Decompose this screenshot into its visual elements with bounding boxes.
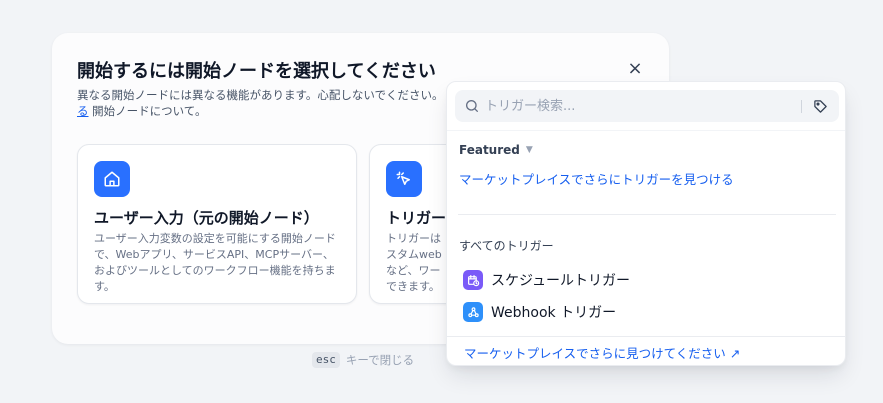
featured-label: Featured <box>459 143 520 157</box>
trigger-label: スケジュールトリガー <box>491 273 631 289</box>
webhook-trigger-item[interactable]: Webhook トリガー <box>455 298 839 326</box>
card-title: トリガー <box>386 209 447 227</box>
modal-description: 異なる開始ノードには異なる機能があります。心配しないでください。る 開始ノードに… <box>77 87 449 119</box>
search-divider-line <box>447 130 845 131</box>
trigger-label: Webhook トリガー <box>491 305 617 321</box>
section-divider <box>458 214 836 215</box>
card-description: トリガーはスタムwebなど、ワーできます。 <box>386 232 442 293</box>
user-input-card[interactable]: ユーザー入力（元の開始ノード） ユーザー入力変数の設定を可能にする開始ノードで、… <box>77 144 357 304</box>
all-triggers-label: すべてのトリガー <box>459 239 554 253</box>
trigger-dropdown: Featured ▼ マーケットプレイスでさらにトリガーを見つける すべてのトリ… <box>446 81 846 366</box>
search-icon <box>464 98 480 118</box>
marketplace-trigger-link[interactable]: マーケットプレイスでさらにトリガーを見つける <box>459 169 734 188</box>
esc-hint: esc キーで閉じる <box>312 352 414 368</box>
search-divider <box>801 100 802 113</box>
schedule-trigger-item[interactable]: スケジュールトリガー <box>455 266 839 294</box>
learn-more-link[interactable]: る <box>77 104 89 118</box>
footer-divider <box>447 336 845 337</box>
featured-header[interactable]: Featured ▼ <box>459 143 533 157</box>
card-title: ユーザー入力（元の開始ノード） <box>94 209 319 227</box>
webhook-icon <box>463 302 483 322</box>
card-description: ユーザー入力変数の設定を可能にする開始ノードで、Webアプリ、サービスAPI、M… <box>94 232 336 293</box>
description-suffix: 開始ノードについて。 <box>88 104 207 118</box>
tag-filter-icon[interactable] <box>811 97 829 115</box>
search-box <box>455 90 839 122</box>
calendar-clock-icon <box>463 270 483 290</box>
close-button[interactable]: × <box>626 58 644 79</box>
marketplace-footer-link[interactable]: マーケットプレイスでさらに見つけてください ↗ <box>464 343 740 362</box>
description-text: 異なる開始ノードには異なる機能があります。心配しないでください。 <box>77 88 444 102</box>
esc-hint-text: キーで閉じる <box>345 353 415 367</box>
caret-down-icon: ▼ <box>525 145 533 155</box>
esc-key: esc <box>312 352 340 368</box>
modal-title: 開始するには開始ノードを選択してください <box>77 61 436 82</box>
search-input[interactable] <box>485 90 795 122</box>
cursor-click-icon <box>386 161 422 197</box>
home-icon <box>94 161 130 197</box>
